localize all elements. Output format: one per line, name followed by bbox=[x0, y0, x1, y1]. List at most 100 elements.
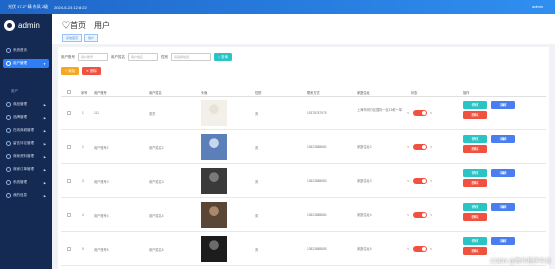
row-phone: 13823888882 bbox=[307, 145, 327, 149]
row-phone: 13823888883 bbox=[307, 179, 327, 183]
user-icon bbox=[6, 61, 11, 66]
select-all-checkbox[interactable] bbox=[67, 90, 71, 94]
status-prev-icon: < bbox=[407, 178, 410, 183]
row-status-toggle[interactable] bbox=[413, 110, 427, 116]
breadcrumb-home[interactable]: 系统首页 bbox=[62, 34, 83, 42]
row-name: 用户姓名3 bbox=[149, 180, 164, 184]
row-avatar-image bbox=[201, 236, 227, 262]
edit-button[interactable]: ✎ 修改 bbox=[463, 169, 487, 177]
row-index: 2 bbox=[82, 145, 84, 149]
chevron-right-icon: ▶ bbox=[43, 154, 46, 159]
row-checkbox[interactable] bbox=[67, 179, 71, 183]
gender-label: 性别 bbox=[161, 54, 168, 59]
table-header: 序号 用户账号 用户姓名 头像 性别 联系方式 家庭住址 状态 操作 bbox=[61, 87, 546, 97]
row-gender: 男 bbox=[255, 248, 259, 252]
detail-button[interactable]: ◉ 详情 bbox=[491, 237, 515, 245]
row-checkbox[interactable] bbox=[67, 213, 71, 217]
home-icon bbox=[6, 48, 11, 53]
row-name: 用户姓名2 bbox=[149, 146, 164, 150]
weather-info: 光伏 17.2° 晴 东风 2级 bbox=[8, 4, 49, 9]
chevron-right-icon: ▶ bbox=[43, 115, 46, 120]
row-account: 用户账号3 bbox=[94, 180, 109, 184]
col-account: 用户账号 bbox=[94, 91, 107, 95]
home-heart-title: ♡首页 bbox=[62, 21, 86, 30]
sidebar-item-comments[interactable]: 留言评论管理 ▶ bbox=[3, 139, 49, 148]
status-next-icon: < bbox=[430, 110, 433, 115]
action-bar: + 添加 ✕ 删除 bbox=[61, 67, 101, 75]
edit-button[interactable]: ✎ 修改 bbox=[463, 237, 487, 245]
row-status-toggle[interactable] bbox=[413, 212, 427, 218]
row-delete-button[interactable]: ✕ 删除 bbox=[463, 179, 487, 187]
plus-icon: + bbox=[65, 69, 68, 73]
sidebar-item-merchant[interactable]: 商家资料管理 ▶ bbox=[3, 152, 49, 161]
row-delete-button[interactable]: ✕ 删除 bbox=[463, 247, 487, 255]
row-checkbox[interactable] bbox=[67, 247, 71, 251]
account-label: 用户账号 bbox=[61, 54, 75, 59]
detail-button[interactable]: ◉ 详情 bbox=[491, 169, 515, 177]
row-index: 3 bbox=[82, 179, 84, 183]
box-icon bbox=[6, 102, 11, 107]
brand-name: admin bbox=[18, 21, 40, 30]
row-avatar-image bbox=[201, 168, 227, 194]
row-index: 4 bbox=[82, 213, 84, 217]
row-delete-button[interactable]: ✕ 删除 bbox=[463, 145, 487, 153]
tag-icon bbox=[6, 115, 11, 120]
status-next-icon: < bbox=[430, 246, 433, 251]
col-name: 用户姓名 bbox=[149, 91, 162, 95]
detail-button[interactable]: ◉ 详情 bbox=[491, 135, 515, 143]
row-status-toggle[interactable] bbox=[413, 144, 427, 150]
sidebar-subitem-user[interactable]: 用户 bbox=[11, 89, 18, 94]
row-status-toggle[interactable] bbox=[413, 246, 427, 252]
col-index: 序号 bbox=[81, 91, 88, 95]
row-index: 5 bbox=[82, 247, 84, 251]
sidebar-item-users[interactable]: 用户管理 ▼ bbox=[3, 59, 49, 68]
delete-button[interactable]: ✕ 删除 bbox=[82, 67, 101, 75]
status-prev-icon: < bbox=[407, 144, 410, 149]
sidebar-item-shop[interactable]: 在线商城管理 ▶ bbox=[3, 126, 49, 135]
sidebar-item-products[interactable]: 商品管理 ▶ bbox=[3, 100, 49, 109]
row-gender: 男 bbox=[255, 214, 259, 218]
row-checkbox[interactable] bbox=[67, 111, 71, 115]
sidebar-item-profile[interactable]: 我的信息 ▶ bbox=[3, 191, 49, 200]
profile-icon bbox=[6, 193, 11, 198]
col-actions: 操作 bbox=[463, 91, 470, 95]
status-prev-icon: < bbox=[407, 110, 410, 115]
breadcrumb: 系统首页 用户 bbox=[62, 34, 99, 42]
chevron-down-icon: ▼ bbox=[43, 61, 46, 66]
detail-button[interactable]: ◉ 详情 bbox=[491, 203, 515, 211]
sidebar-item-orders[interactable]: 商家订单管理 ▶ bbox=[3, 165, 49, 174]
row-delete-button[interactable]: ✕ 删除 bbox=[463, 213, 487, 221]
row-delete-button[interactable]: ✕ 删除 bbox=[463, 111, 487, 119]
status-next-icon: < bbox=[430, 144, 433, 149]
account-input[interactable]: 用户账号 bbox=[78, 53, 108, 61]
row-gender: 男 bbox=[255, 146, 259, 150]
status-next-icon: < bbox=[430, 178, 433, 183]
breadcrumb-users[interactable]: 用户 bbox=[84, 34, 99, 42]
search-icon: ⌕ bbox=[218, 55, 220, 59]
edit-button[interactable]: ✎ 修改 bbox=[463, 203, 487, 211]
name-input[interactable]: 用户姓名 bbox=[128, 53, 158, 61]
sidebar-item-brands[interactable]: 品牌管理 ▶ bbox=[3, 113, 49, 122]
row-status-toggle[interactable] bbox=[413, 178, 427, 184]
table-row: 2 用户账号2 用户姓名2 男 13823888882 家庭住址2 < < ✎ 修改 ◉ 详情 ✕ 删除 bbox=[61, 131, 546, 164]
table-row: 5 用户账号5 用户姓名5 男 13823888885 家庭住址5 < < ✎ 修改 ◉ 详情 ✕ 删除 bbox=[61, 233, 546, 266]
row-phone: 13823888885 bbox=[307, 247, 327, 251]
sidebar-item-system[interactable]: 系统管理 ▶ bbox=[3, 178, 49, 187]
row-name: 燕芳 bbox=[149, 112, 156, 116]
add-button[interactable]: + 添加 bbox=[61, 67, 80, 75]
detail-button[interactable]: ◉ 详情 bbox=[491, 101, 515, 109]
search-button[interactable]: ⌕ 查询 bbox=[214, 53, 232, 61]
user-menu[interactable]: admin bbox=[532, 4, 543, 9]
gender-select[interactable]: 请选择性别 bbox=[171, 53, 211, 61]
edit-button[interactable]: ✎ 修改 bbox=[463, 135, 487, 143]
table-row: 1 111 燕芳男 15378787975 上海市闵行区国际一区15栋一单 < < ✎ 修改 ◉ 详… bbox=[61, 97, 546, 130]
row-address: 家庭住址3 bbox=[357, 179, 372, 183]
top-bar: 光伏 17.2° 晴 东风 2级 2024-5-23 12:8:22 admin bbox=[0, 0, 555, 14]
edit-button[interactable]: ✎ 修改 bbox=[463, 101, 487, 109]
sidebar-item-home[interactable]: 系统首页 bbox=[3, 46, 49, 55]
row-avatar-image bbox=[201, 202, 227, 228]
row-phone: 15378787975 bbox=[307, 111, 327, 115]
col-status: 状态 bbox=[411, 91, 418, 95]
brand: admin bbox=[0, 14, 52, 37]
row-checkbox[interactable] bbox=[67, 145, 71, 149]
